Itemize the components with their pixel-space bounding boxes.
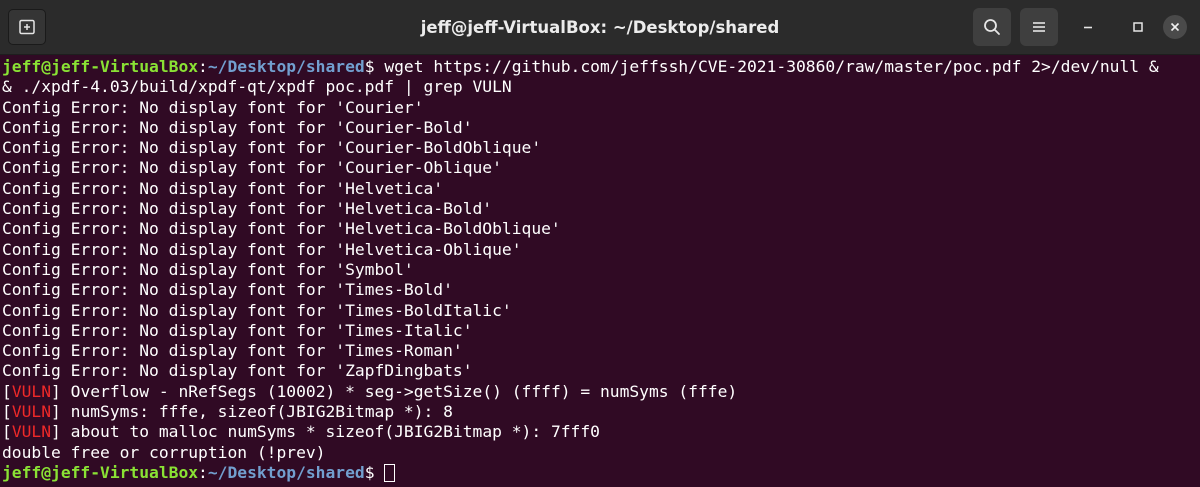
- config-error-line: Config Error: No display font for 'Times…: [2, 300, 512, 320]
- prompt-path: ~/Desktop/shared: [207, 57, 365, 76]
- terminal-window: jeff@jeff-VirtualBox: ~/Desktop/shared j…: [0, 0, 1200, 487]
- current-prompt-line: jeff@jeff-VirtualBox:~/Desktop/shared$: [2, 463, 1200, 483]
- config-error-line: Config Error: No display font for 'Helve…: [2, 178, 444, 198]
- vuln-tag: VULN: [11, 402, 52, 422]
- prompt-colon: :: [198, 462, 208, 482]
- close-button[interactable]: [1163, 15, 1187, 39]
- command-line: jeff@jeff-VirtualBox:~/Desktop/shared$ w…: [2, 57, 1200, 77]
- minimize-button[interactable]: [1070, 9, 1106, 45]
- config-error-line: Config Error: No display font for 'Times…: [2, 320, 473, 340]
- minimize-icon: [1084, 26, 1092, 29]
- config-error-line: Config Error: No display font for 'ZapfD…: [2, 361, 473, 381]
- prompt-path: ~/Desktop/shared: [207, 462, 365, 482]
- config-error-line: Config Error: No display font for 'Helve…: [2, 219, 561, 239]
- vuln-line: [VULN] about to malloc numSyms * sizeof(…: [2, 422, 600, 442]
- search-button[interactable]: [973, 8, 1011, 46]
- vuln-line: [VULN] numSyms: fffe, sizeof(JBIG2Bitmap…: [2, 402, 453, 422]
- prompt-symbol: $: [364, 57, 375, 76]
- new-tab-button[interactable]: [8, 9, 46, 45]
- maximize-icon: [1133, 22, 1143, 32]
- close-icon: [1170, 22, 1180, 32]
- terminal-cursor[interactable]: [384, 463, 396, 482]
- vuln-message: numSyms: fffe, sizeof(JBIG2Bitmap *): 8: [60, 402, 453, 422]
- config-error-line: Config Error: No display font for 'Symbo…: [2, 259, 414, 279]
- vuln-message: Overflow - nRefSegs (10002) * seg->getSi…: [60, 381, 738, 401]
- title-bar: jeff@jeff-VirtualBox: ~/Desktop/shared: [0, 0, 1200, 55]
- hamburger-menu-icon: [1033, 22, 1045, 32]
- prompt-colon: :: [198, 57, 208, 76]
- config-error-line: Config Error: No display font for 'Helve…: [2, 199, 493, 219]
- prompt-symbol: $: [364, 462, 375, 482]
- config-error-line: Config Error: No display font for 'Helve…: [2, 239, 522, 259]
- maximize-button[interactable]: [1120, 9, 1156, 45]
- window-title: jeff@jeff-VirtualBox: ~/Desktop/shared: [420, 18, 780, 37]
- prompt-user: jeff@jeff-VirtualBox: [2, 57, 199, 76]
- config-error-line: Config Error: No display font for 'Couri…: [2, 158, 502, 178]
- vuln-line: [VULN] Overflow - nRefSegs (10002) * seg…: [2, 381, 738, 401]
- search-icon: [984, 19, 1000, 35]
- new-tab-icon: [19, 19, 35, 35]
- prompt-user: jeff@jeff-VirtualBox: [2, 462, 199, 482]
- vuln-tag: VULN: [11, 381, 52, 401]
- menu-button[interactable]: [1020, 8, 1058, 46]
- vuln-message: about to malloc numSyms * sizeof(JBIG2Bi…: [60, 422, 600, 442]
- crash-message: double free or corruption (!prev): [2, 442, 326, 462]
- config-error-line: Config Error: No display font for 'Times…: [2, 280, 453, 300]
- vuln-tag: VULN: [11, 422, 52, 442]
- command-line-continued: & ./xpdf-4.03/build/xpdf-qt/xpdf poc.pdf…: [2, 77, 512, 97]
- config-error-line: Config Error: No display font for 'Couri…: [2, 138, 542, 158]
- config-error-line: Config Error: No display font for 'Couri…: [2, 117, 473, 137]
- config-error-line: Config Error: No display font for 'Couri…: [2, 97, 424, 117]
- config-error-line: Config Error: No display font for 'Times…: [2, 341, 463, 361]
- terminal-output[interactable]: jeff@jeff-VirtualBox:~/Desktop/shared$ w…: [0, 56, 1200, 487]
- command-text: wget https://github.com/jeffssh/CVE-2021…: [374, 57, 1159, 76]
